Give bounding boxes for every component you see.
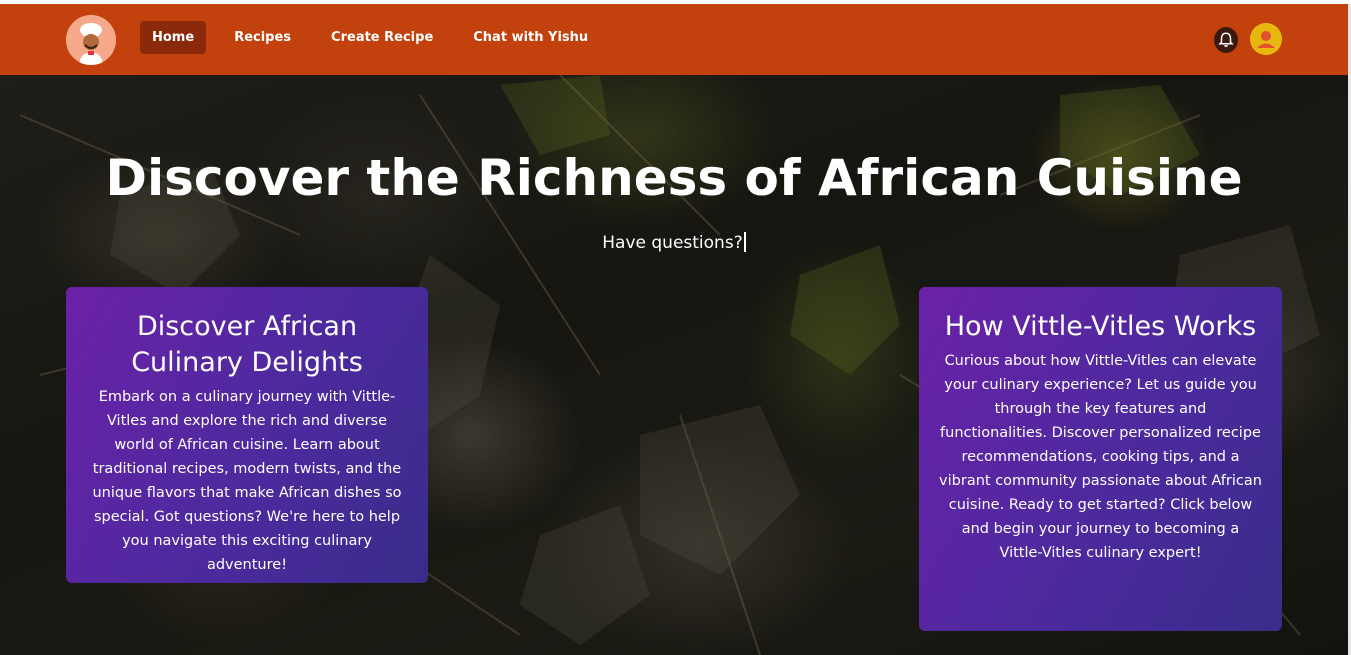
- info-card-how-it-works: How Vittle-Vitles Works Curious about ho…: [919, 287, 1282, 631]
- nav-home[interactable]: Home: [140, 21, 207, 54]
- card-title: How Vittle-Vitles Works: [944, 311, 1257, 342]
- card-body: Embark on a culinary journey with Vittle…: [92, 389, 402, 573]
- nav-links: Home Recipes Create Recipe Chat with Yis…: [140, 21, 616, 54]
- nav-chat-with-yishu[interactable]: Chat with Yishu: [461, 21, 600, 54]
- chef-logo-icon[interactable]: [66, 15, 116, 65]
- typing-text: Have questions?: [602, 233, 743, 253]
- bell-icon[interactable]: [1214, 27, 1238, 53]
- hero-title: Discover the Richness of African Cuisine: [105, 149, 1243, 207]
- nav-recipes[interactable]: Recipes: [222, 21, 303, 54]
- card-body: Curious about how Vittle-Vitles can elev…: [939, 353, 1262, 561]
- card-title: Discover African Culinary Delights: [131, 311, 363, 378]
- info-card-discover: Discover African Culinary Delights Embar…: [66, 287, 428, 583]
- hero-subtitle: Have questions?: [0, 232, 1348, 253]
- hero-section: Discover the Richness of African Cuisine…: [0, 75, 1348, 655]
- navbar: Home Recipes Create Recipe Chat with Yis…: [0, 4, 1348, 75]
- user-avatar-icon[interactable]: [1250, 23, 1282, 55]
- typing-caret: [743, 232, 746, 252]
- nav-create-recipe[interactable]: Create Recipe: [319, 21, 445, 54]
